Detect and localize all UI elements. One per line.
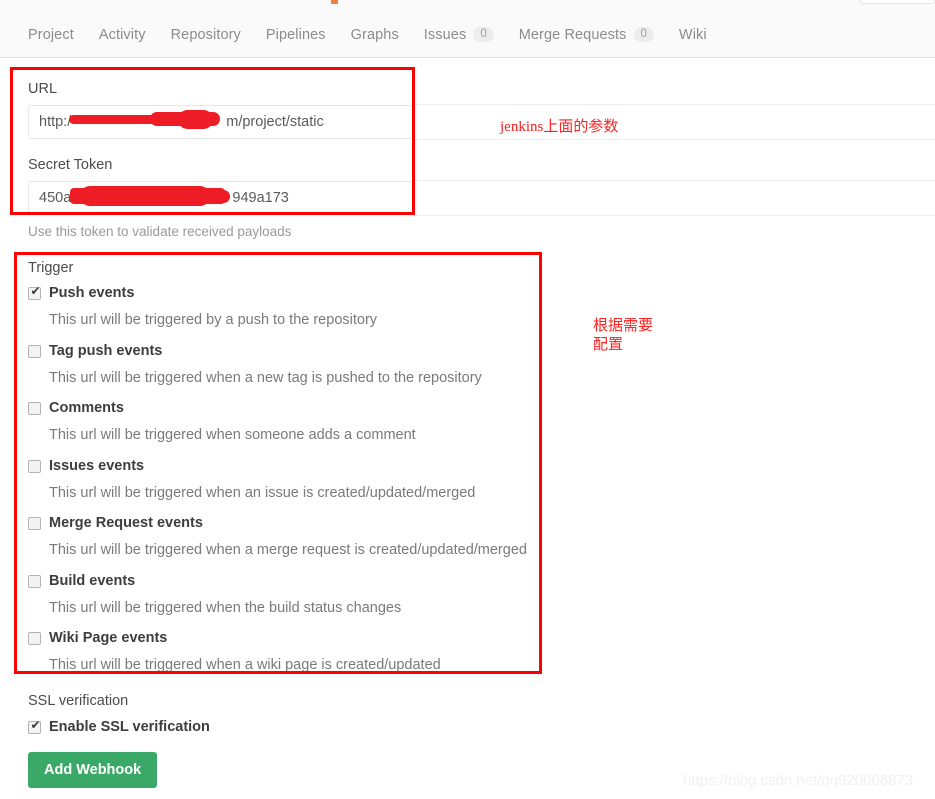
comments-checkbox[interactable] xyxy=(28,402,41,415)
nav-item-merge-requests[interactable]: Merge Requests 0 xyxy=(519,27,654,43)
nav-item-pipelines[interactable]: Pipelines xyxy=(266,27,326,43)
wiki-page-events-label: Wiki Page events xyxy=(49,630,168,646)
top-strip xyxy=(0,0,935,12)
csdn-watermark: https://blog.csdn.net/qq920006873 xyxy=(683,772,914,789)
issues-events-checkbox[interactable] xyxy=(28,460,41,473)
nav-item-graphs[interactable]: Graphs xyxy=(351,27,399,43)
page-root: Project Activity Repository Pipelines Gr… xyxy=(0,0,935,799)
form-divider xyxy=(413,139,935,140)
wiki-page-events-checkbox[interactable] xyxy=(28,632,41,645)
token-value-prefix: 450a0e xyxy=(39,190,88,206)
trigger-row-comments[interactable]: Comments xyxy=(28,400,124,416)
tag-push-events-description: This url will be triggered when a new ta… xyxy=(49,370,482,386)
enable-ssl-verification-checkbox[interactable] xyxy=(28,719,42,734)
trigger-row-tag-push-events[interactable]: Tag push events xyxy=(28,343,162,359)
ssl-section-label: SSL verification xyxy=(28,693,129,709)
url-input-value-suffix: m/project/static xyxy=(226,114,324,130)
merge-request-events-description: This url will be triggered when a merge … xyxy=(49,542,527,558)
ssl-verification-row[interactable]: Enable SSL verification xyxy=(28,719,210,735)
nav-item-label: Project xyxy=(28,26,74,43)
trigger-section-label: Trigger xyxy=(28,260,74,276)
url-field-label: URL xyxy=(28,81,58,97)
wiki-page-events-description: This url will be triggered when a wiki p… xyxy=(49,657,441,673)
tag-push-events-label: Tag push events xyxy=(49,343,163,359)
comments-label: Comments xyxy=(49,400,124,416)
secret-token-help-text: Use this token to validate received payl… xyxy=(28,224,292,239)
secret-token-field-label: Secret Token xyxy=(28,157,113,173)
token-value-suffix: 949a173 xyxy=(232,190,289,206)
enable-ssl-verification-label: Enable SSL verification xyxy=(49,719,210,735)
nav-item-label: Wiki xyxy=(678,26,707,43)
project-nav: Project Activity Repository Pipelines Gr… xyxy=(0,12,935,58)
nav-item-label: Pipelines xyxy=(265,26,326,43)
merge-requests-count-badge: 0 xyxy=(633,26,654,43)
annotation-note-credentials: jenkins上面的参数 xyxy=(500,119,619,135)
form-divider xyxy=(413,215,935,216)
secret-token-input[interactable]: 450a0e 949a173 xyxy=(28,181,413,215)
push-events-checkbox[interactable] xyxy=(28,285,42,300)
push-events-label: Push events xyxy=(49,285,135,301)
nav-item-label: Repository xyxy=(170,26,241,43)
form-divider xyxy=(413,180,935,181)
nav-item-issues[interactable]: Issues 0 xyxy=(424,27,494,43)
top-right-panel-edge xyxy=(860,0,935,4)
annotation-note-trigger: 根据需要 配置 xyxy=(593,318,654,353)
issues-count-badge: 0 xyxy=(473,26,494,43)
nav-item-label: Issues xyxy=(423,26,467,43)
url-input-value-prefix: http:/ xyxy=(39,114,72,130)
tag-push-events-checkbox[interactable] xyxy=(28,345,41,358)
nav-item-wiki[interactable]: Wiki xyxy=(679,27,707,43)
trigger-row-issues-events[interactable]: Issues events xyxy=(28,458,144,474)
nav-item-repository[interactable]: Repository xyxy=(171,27,241,43)
add-webhook-button[interactable]: Add Webhook xyxy=(28,752,158,788)
nav-item-label: Merge Requests xyxy=(518,26,627,43)
build-events-checkbox[interactable] xyxy=(28,575,41,588)
comments-description: This url will be triggered when someone … xyxy=(49,427,416,443)
form-divider xyxy=(413,104,935,105)
merge-request-events-checkbox[interactable] xyxy=(28,517,41,530)
url-input[interactable]: http:/ m/project/static xyxy=(28,105,413,139)
trigger-row-push-events[interactable]: Push events xyxy=(28,285,134,301)
orange-indicator-fragment xyxy=(331,0,338,4)
merge-request-events-label: Merge Request events xyxy=(49,515,203,531)
issues-events-label: Issues events xyxy=(49,458,145,474)
trigger-row-merge-request-events[interactable]: Merge Request events xyxy=(28,515,203,531)
nav-item-project[interactable]: Project xyxy=(28,27,74,43)
nav-item-label: Graphs xyxy=(350,26,399,43)
build-events-description: This url will be triggered when the buil… xyxy=(49,600,402,616)
issues-events-description: This url will be triggered when an issue… xyxy=(49,485,476,501)
push-events-description: This url will be triggered by a push to … xyxy=(49,312,378,328)
nav-item-activity[interactable]: Activity xyxy=(99,27,146,43)
build-events-label: Build events xyxy=(49,573,136,589)
nav-item-label: Activity xyxy=(98,26,146,43)
trigger-row-build-events[interactable]: Build events xyxy=(28,573,135,589)
trigger-row-wiki-page-events[interactable]: Wiki Page events xyxy=(28,630,167,646)
